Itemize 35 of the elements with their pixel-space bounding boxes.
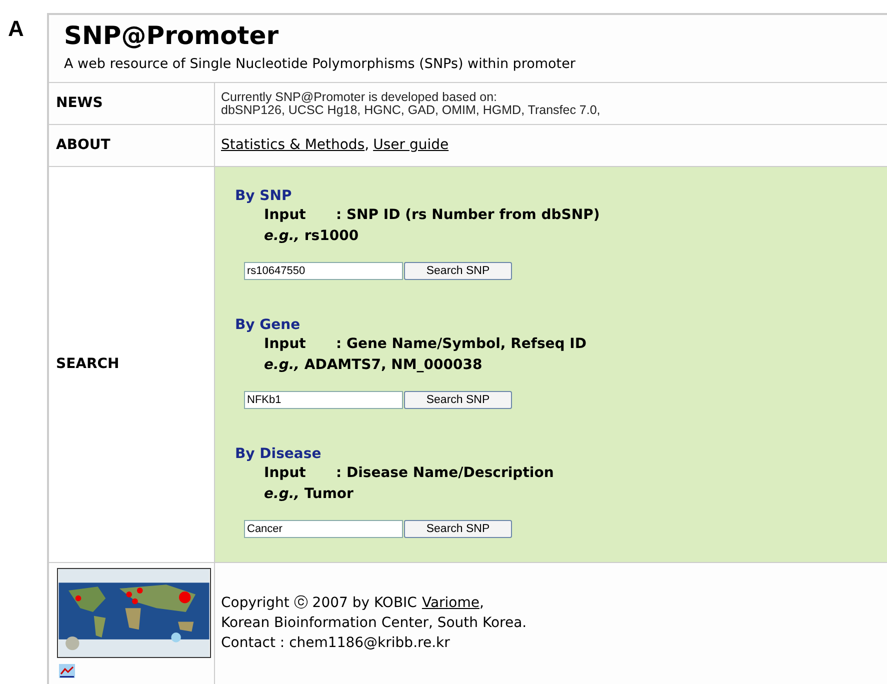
section-heading: By Gene (235, 316, 300, 334)
row-label: NEWS (56, 94, 103, 113)
site-title: SNP@Promoter (64, 20, 279, 52)
input-description: : Disease Name/Description (336, 464, 554, 483)
copyright-text: Copyright ⓒ 2007 by KOBIC (221, 594, 417, 613)
example-text: e.g., rs1000 (264, 228, 359, 244)
footer-text: Korean Bioinformation Center, South Korea. (221, 614, 527, 633)
news-text: dbSNP126, UCSC Hg18, HGNC, GAD, OMIM, HGMD, Transfec 7.0, (221, 104, 600, 116)
about-link[interactable]: User guide (373, 135, 449, 156)
site-subtitle: A web resource of Single Nucleotide Polymorphisms (SNPs) within promoter (64, 55, 576, 74)
chart-icon[interactable] (59, 664, 75, 678)
input-label: Input (264, 464, 307, 483)
search-button[interactable]: Search SNP (404, 262, 512, 280)
news-text: Currently SNP@Promoter is developed based on: (221, 90, 498, 104)
input-description: : Gene Name/Symbol, Refseq ID (336, 335, 587, 354)
separator: , (479, 594, 484, 613)
example-text: e.g., Tumor (264, 486, 354, 502)
row-label: ABOUT (56, 136, 110, 155)
input-label: Input (264, 206, 307, 225)
section-heading: By SNP (235, 187, 292, 205)
example-text: e.g., ADAMTS7, NM_000038 (264, 357, 482, 373)
panel-label: A (8, 15, 24, 43)
search-field[interactable]: NFKb1 (244, 391, 403, 409)
search-button[interactable]: Search SNP (404, 520, 512, 538)
separator: , (364, 136, 370, 155)
search-button[interactable]: Search SNP (404, 391, 512, 409)
input-description: : SNP ID (rs Number from dbSNP) (336, 206, 600, 225)
variome-link[interactable]: Variome (422, 593, 480, 613)
section-heading: By Disease (235, 445, 322, 463)
search-field[interactable]: rs10647550 (244, 262, 403, 280)
input-label: Input (264, 335, 307, 354)
footer-text: Contact : chem1186@kribb.re.kr (221, 634, 450, 653)
search-field[interactable]: Cancer (244, 520, 403, 538)
about-link[interactable]: Statistics & Methods (221, 135, 365, 156)
row-label: SEARCH (56, 355, 120, 374)
